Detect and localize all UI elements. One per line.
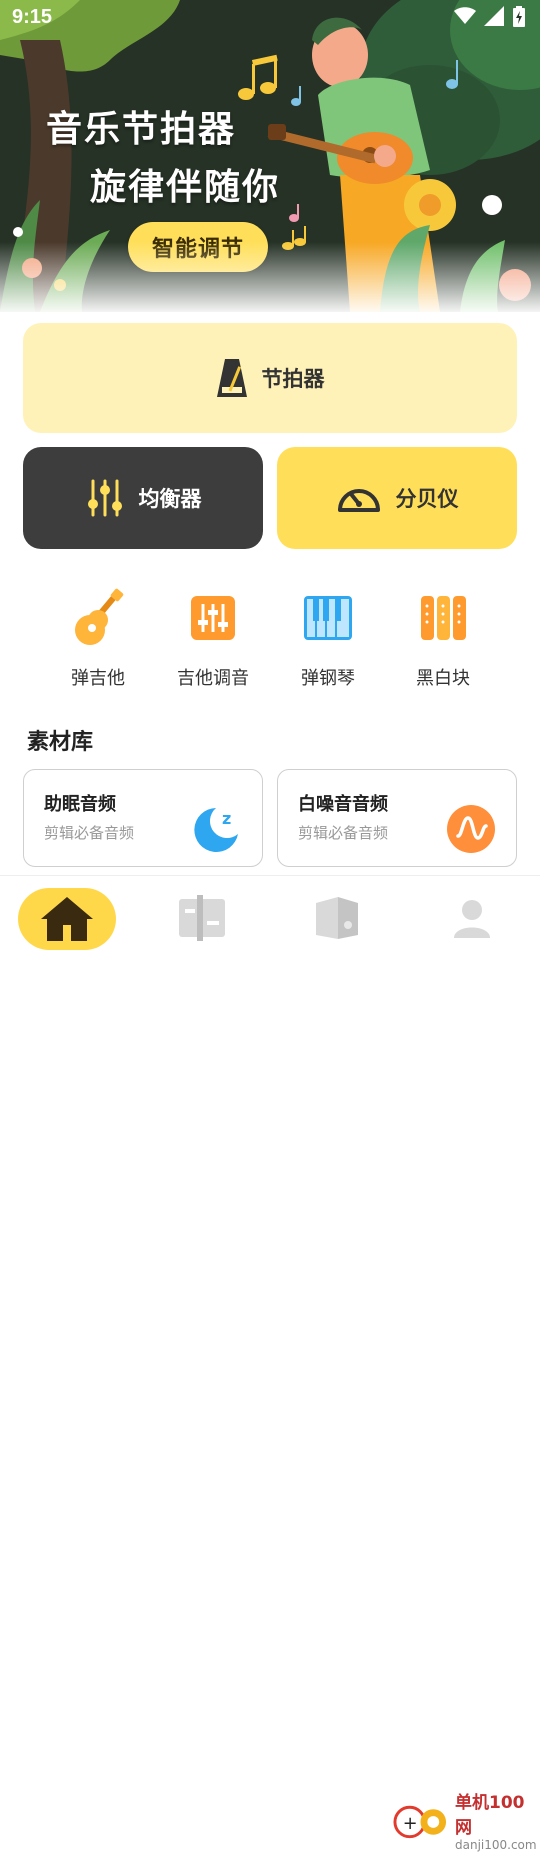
status-bar: 9:15 [0,0,540,36]
profile-icon [454,900,490,938]
library-icon [316,897,358,939]
nav-library[interactable] [287,886,387,950]
signal-icon [484,6,504,26]
watermark-line2: danji100.com [455,1838,537,1852]
sleep-audio-title: 助眠音频 [44,794,116,815]
metronome-card[interactable]: 节拍器 [23,323,517,433]
bottom-nav: + 单机100网 danji100.com [0,875,540,1852]
tool-guitar-label: 弹吉他 [71,668,125,689]
piano-icon [304,596,352,640]
banner-fade [0,242,540,312]
metronome-label: 节拍器 [261,367,325,391]
equalizer-label: 均衡器 [138,487,202,511]
edit-icon [179,895,225,941]
svg-text:z: z [222,809,231,828]
gauge-icon [337,489,380,512]
metronome-icon [216,359,247,397]
moon-sleep-icon: z [194,808,238,852]
tool-guitar[interactable]: 弹吉他 [43,588,153,690]
status-time: 9:15 [12,6,53,28]
watermark-line1: 单机100网 [455,1793,525,1838]
home-icon [41,897,93,941]
sleep-audio-card[interactable]: 助眠音频 剪辑必备音频 z [23,769,263,867]
white-noise-audio-title: 白噪音音频 [298,794,388,815]
battery-charging-icon [513,6,525,27]
white-noise-audio-card[interactable]: 白噪音音频 剪辑必备音频 [277,769,517,867]
equalizer-card[interactable]: 均衡器 [23,447,263,549]
decibel-meter-card[interactable]: 分贝仪 [277,447,517,549]
white-noise-audio-subtitle: 剪辑必备音频 [298,824,389,842]
watermark: + 单机100网 danji100.com [392,1788,540,1852]
piano-tiles-icon [421,596,466,640]
tool-piano-tiles-label: 黑白块 [416,668,470,689]
guitar-icon [75,588,124,645]
tuner-sliders-icon [191,596,235,640]
hero-banner[interactable]: 9:15 音乐节拍器 旋律伴随你 智能调节 [0,0,540,312]
sleep-audio-subtitle: 剪辑必备音频 [44,824,135,842]
nav-edit[interactable] [152,886,252,950]
nav-profile[interactable] [422,886,522,950]
decibel-meter-label: 分贝仪 [395,487,459,511]
tool-piano[interactable]: 弹钢琴 [273,588,383,690]
banner-title-line2: 旋律伴随你 [90,167,281,208]
svg-text:+: + [403,1814,418,1834]
tool-guitar-tuner[interactable]: 吉他调音 [158,588,268,690]
tool-piano-label: 弹钢琴 [301,668,355,689]
nav-home[interactable] [17,886,117,950]
equalizer-icon [87,479,122,517]
banner-title-line1: 音乐节拍器 [46,109,237,150]
tool-guitar-tuner-label: 吉他调音 [177,668,249,689]
tools-row: 弹吉他 吉他调音 弹钢琴 黑白块 [0,588,540,690]
watermark-logo-icon: + [393,1805,447,1839]
wave-icon [447,805,495,853]
wifi-icon [454,7,476,24]
tool-piano-tiles[interactable]: 黑白块 [388,588,498,690]
library-title: 素材库 [27,730,94,755]
